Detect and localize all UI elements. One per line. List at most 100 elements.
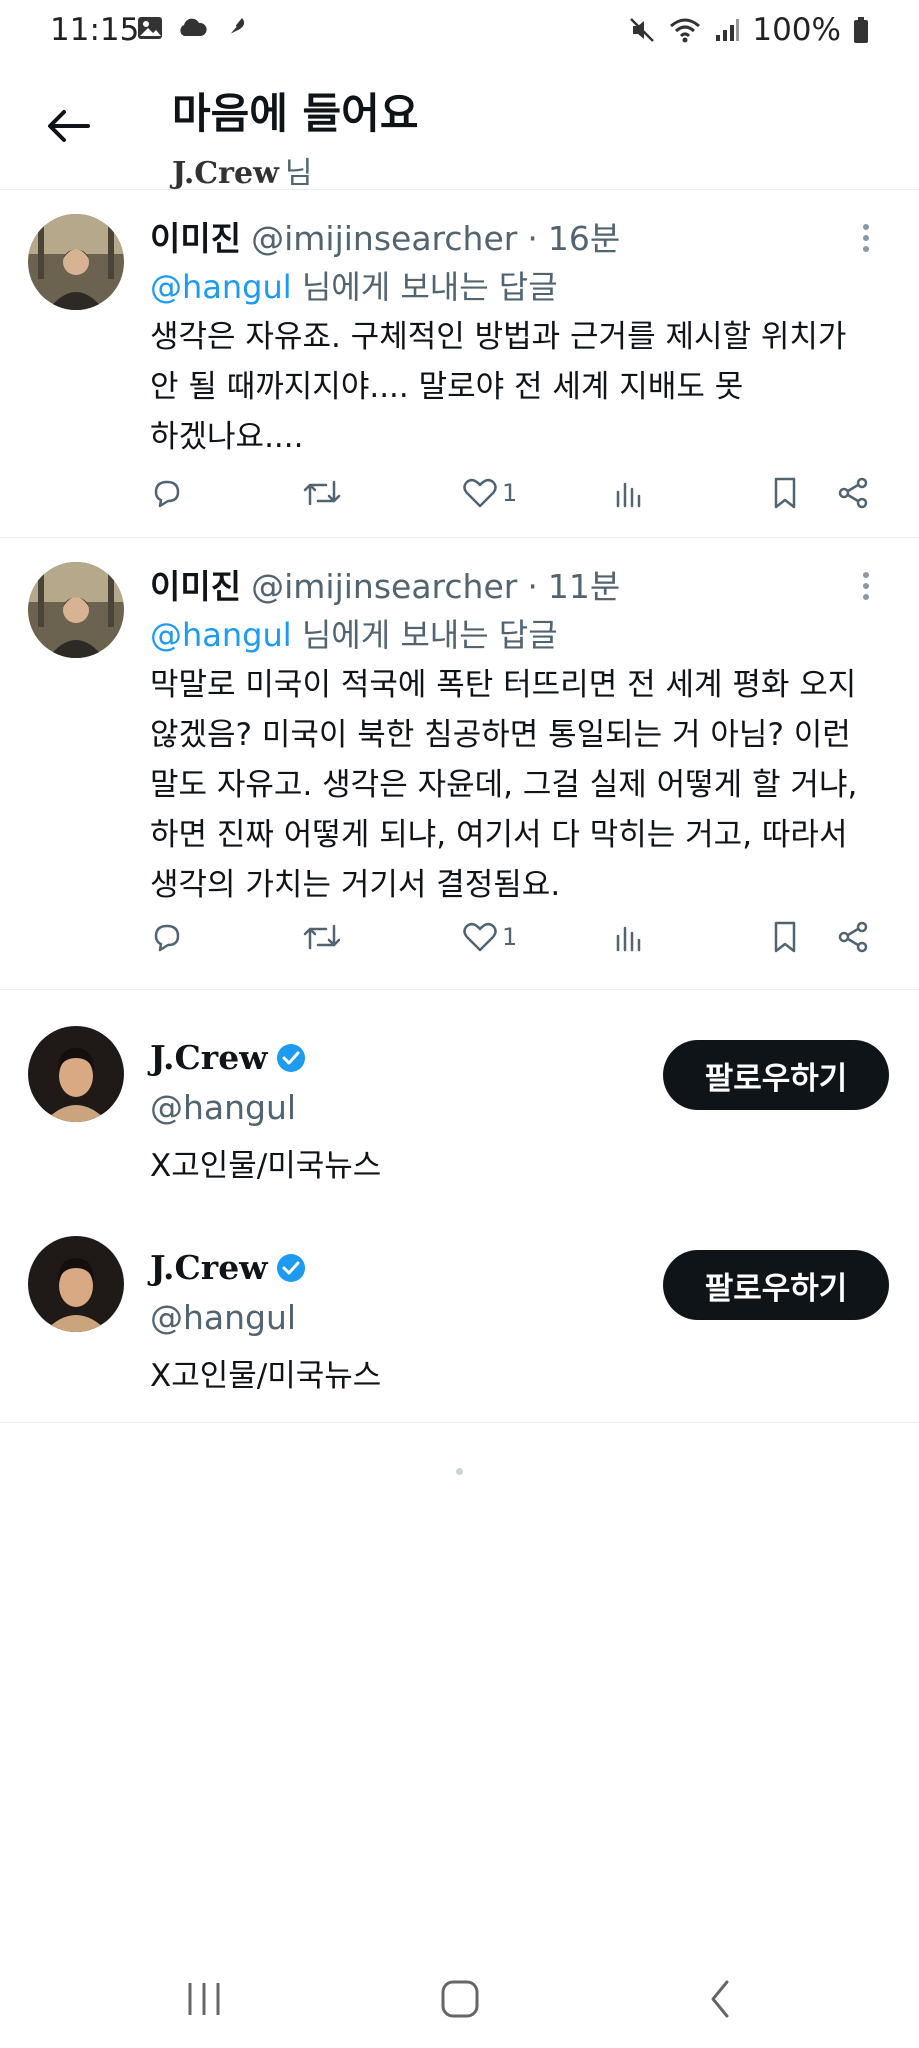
recent-apps-button[interactable] bbox=[164, 1964, 244, 2034]
share-icon bbox=[838, 921, 868, 953]
cloud-icon bbox=[180, 18, 207, 36]
chevron-left-icon bbox=[711, 1980, 729, 2018]
retweet-icon bbox=[303, 924, 341, 950]
heart-icon bbox=[463, 478, 497, 508]
reply-suffix: 님에게 보내는 답글 bbox=[301, 268, 558, 306]
home-button[interactable] bbox=[420, 1964, 500, 2034]
author-name[interactable]: 이미진 bbox=[150, 560, 241, 608]
user-bio: X고인물/미국뉴스 bbox=[150, 1358, 382, 1394]
subtitle-user-name: J.Crew bbox=[172, 156, 279, 191]
tweet-header: 이미진 @imijinsearcher · 11분 bbox=[150, 560, 620, 608]
gallery-icon bbox=[138, 17, 162, 39]
share-icon bbox=[838, 477, 868, 509]
subtitle-suffix: 님 bbox=[284, 156, 313, 191]
like-button[interactable]: 1 bbox=[462, 912, 517, 962]
user-card[interactable]: J.Crew @hangul X고인물/미국뉴스 팔로우하기 bbox=[0, 1210, 919, 1420]
status-right: 100% bbox=[628, 12, 869, 48]
tweet-actions: 1 bbox=[150, 912, 885, 962]
bar-chart-icon bbox=[616, 482, 641, 508]
tweet-time: 11분 bbox=[547, 567, 621, 606]
views-button[interactable] bbox=[612, 912, 646, 962]
user-card[interactable]: J.Crew @hangul X고인물/미국뉴스 팔로우하기 bbox=[0, 1000, 919, 1210]
tweet-line: 생각은 자유죠. 구체적인 방법과 근거를 제시할 위치가 bbox=[150, 319, 847, 355]
tweet-line: 막말로 미국이 적국에 폭탄 터뜨리면 전 세계 평화 오지 bbox=[150, 667, 857, 703]
bookmark-button[interactable] bbox=[770, 468, 800, 518]
avatar[interactable] bbox=[28, 1236, 124, 1332]
follow-button[interactable]: 팔로우하기 bbox=[663, 1040, 889, 1110]
reply-button[interactable] bbox=[150, 912, 184, 962]
share-button[interactable] bbox=[836, 468, 870, 518]
status-bar: 11:15 100% bbox=[0, 0, 919, 66]
page-header: 마음에 들어요 J.Crew 님 bbox=[0, 66, 919, 192]
status-notification-icons bbox=[136, 14, 248, 42]
author-handle[interactable]: @imijinsearcher bbox=[251, 567, 517, 606]
mention-link[interactable]: @hangul bbox=[150, 268, 292, 306]
tweet-line: 생각의 가치는 거기서 결정됨요. bbox=[150, 867, 561, 903]
signal-icon bbox=[716, 19, 740, 41]
user-name-row: J.Crew bbox=[150, 1038, 306, 1077]
mute-icon bbox=[630, 18, 655, 42]
recent-apps-icon bbox=[188, 1983, 220, 2015]
retweet-icon bbox=[303, 480, 341, 506]
mention-link[interactable]: @hangul bbox=[150, 616, 292, 654]
status-time: 11:15 bbox=[50, 12, 140, 48]
bar-chart-icon bbox=[616, 926, 641, 952]
battery-icon bbox=[854, 17, 868, 43]
tweet-time: 16분 bbox=[547, 219, 621, 258]
reply-icon bbox=[154, 924, 180, 952]
author-handle[interactable]: @imijinsearcher bbox=[251, 219, 517, 258]
page-title: 마음에 들어요 bbox=[172, 89, 419, 138]
user-name-row: J.Crew bbox=[150, 1248, 306, 1287]
tweet-actions: 1 bbox=[150, 468, 885, 518]
share-button[interactable] bbox=[836, 912, 870, 962]
retweet-button[interactable] bbox=[302, 468, 342, 518]
user-name[interactable]: J.Crew bbox=[150, 1038, 268, 1077]
loading-indicator bbox=[456, 1468, 463, 1475]
tweet-separator: · bbox=[527, 219, 538, 258]
bookmark-icon bbox=[774, 477, 796, 509]
views-button[interactable] bbox=[612, 468, 646, 518]
like-button[interactable]: 1 bbox=[462, 468, 517, 518]
avatar[interactable] bbox=[28, 562, 124, 658]
reply-icon bbox=[154, 480, 180, 508]
tweet-text: 생각은 자유죠. 구체적인 방법과 근거를 제시할 위치가 안 될 때까지지야.… bbox=[150, 312, 890, 462]
heart-icon bbox=[463, 922, 497, 952]
reply-suffix: 님에게 보내는 답글 bbox=[301, 616, 558, 654]
page-subtitle: J.Crew 님 bbox=[172, 148, 313, 192]
bookmark-button[interactable] bbox=[770, 912, 800, 962]
user-handle[interactable]: @hangul bbox=[150, 1088, 296, 1127]
battery-percent: 100% bbox=[752, 12, 841, 48]
avatar[interactable] bbox=[28, 1026, 124, 1122]
back-button[interactable] bbox=[38, 96, 98, 156]
avatar[interactable] bbox=[28, 214, 124, 310]
arrow-left-icon bbox=[48, 110, 90, 142]
like-count: 1 bbox=[502, 923, 518, 951]
reply-button[interactable] bbox=[150, 468, 184, 518]
tweet[interactable]: 이미진 @imijinsearcher · 11분 @hangul 님에게 보내… bbox=[0, 538, 919, 990]
tweet[interactable]: 이미진 @imijinsearcher · 16분 @hangul 님에게 보내… bbox=[0, 190, 919, 538]
author-name[interactable]: 이미진 bbox=[150, 212, 241, 260]
reply-to: @hangul 님에게 보내는 답글 bbox=[150, 610, 558, 656]
tweet-line: 하면 진짜 어떻게 되냐, 여기서 다 막히는 거고, 따라서 bbox=[150, 817, 848, 853]
retweet-button[interactable] bbox=[302, 912, 342, 962]
tweet-line: 하겠나요.... bbox=[150, 419, 304, 455]
system-nav-bar bbox=[0, 1950, 919, 2048]
more-options-button[interactable] bbox=[853, 218, 879, 258]
user-name[interactable]: J.Crew bbox=[150, 1248, 268, 1287]
more-options-button[interactable] bbox=[853, 566, 879, 606]
wifi-icon bbox=[670, 18, 701, 43]
tweet-separator: · bbox=[527, 567, 538, 606]
like-count: 1 bbox=[502, 479, 518, 507]
home-icon bbox=[441, 1980, 479, 2018]
user-handle[interactable]: @hangul bbox=[150, 1298, 296, 1337]
tweet-header: 이미진 @imijinsearcher · 16분 bbox=[150, 212, 620, 260]
follow-button[interactable]: 팔로우하기 bbox=[663, 1250, 889, 1320]
feather-icon bbox=[223, 18, 245, 41]
user-bio: X고인물/미국뉴스 bbox=[150, 1148, 382, 1184]
verified-badge-icon bbox=[276, 1043, 305, 1072]
bookmark-icon bbox=[774, 921, 796, 953]
list-divider bbox=[0, 1422, 919, 1423]
tweet-line: 않겠음? 미국이 북한 침공하면 통일되는 거 아님? 이런 bbox=[150, 717, 851, 753]
tweet-text: 막말로 미국이 적국에 폭탄 터뜨리면 전 세계 평화 오지 않겠음? 미국이 … bbox=[150, 660, 890, 910]
system-back-button[interactable] bbox=[680, 1964, 760, 2034]
